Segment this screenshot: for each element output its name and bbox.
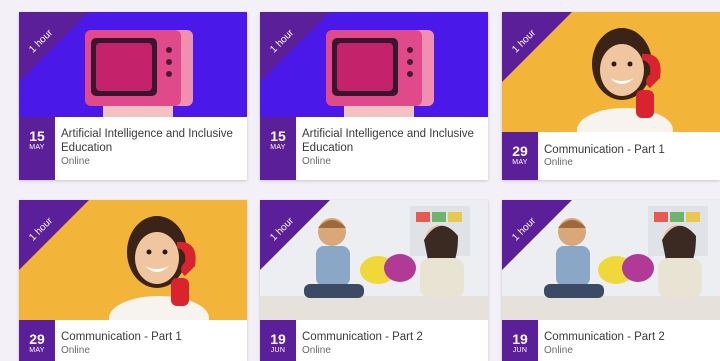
event-title[interactable]: Communication - Part 2: [544, 330, 716, 344]
event-location: Online: [302, 156, 331, 167]
date-badge: 15 MAY: [19, 117, 55, 180]
date-month: MAY: [512, 159, 528, 166]
event-location: Online: [544, 345, 573, 356]
event-title[interactable]: Artificial Intelligence and Inclusive Ed…: [302, 127, 484, 155]
event-location: Online: [61, 345, 90, 356]
date-month: JUN: [270, 347, 286, 354]
duration-ribbon: 1 hour: [260, 12, 330, 82]
event-card[interactable]: 1 hour 29 MAY Communication - Part 1 Onl…: [19, 200, 247, 361]
date-badge: 29 MAY: [19, 320, 55, 361]
event-card[interactable]: 1 hour 15 MAY Artificial Intelligence an…: [260, 12, 488, 180]
date-day: 15: [270, 128, 286, 144]
date-day: 29: [29, 331, 45, 347]
event-card[interactable]: 1 hour 29 MAY Communication - Part 1 Onl…: [502, 12, 720, 180]
date-month: MAY: [29, 347, 45, 354]
date-day: 19: [270, 331, 286, 347]
event-location: Online: [302, 345, 331, 356]
date-badge: 19 JUN: [502, 320, 538, 361]
date-day: 29: [512, 143, 528, 159]
date-day: 15: [29, 128, 45, 144]
duration-ribbon: 1 hour: [19, 200, 89, 270]
event-title[interactable]: Communication - Part 1: [61, 330, 243, 344]
date-month: JUN: [512, 347, 528, 354]
date-badge: 15 MAY: [260, 117, 296, 180]
event-title[interactable]: Communication - Part 2: [302, 330, 484, 344]
event-location: Online: [61, 156, 90, 167]
duration-ribbon: 1 hour: [260, 200, 330, 270]
event-card[interactable]: 1 hour 19 JUN Communication - Part 2 Onl…: [502, 200, 720, 361]
event-title[interactable]: Artificial Intelligence and Inclusive Ed…: [61, 127, 243, 155]
event-title[interactable]: Communication - Part 1: [544, 143, 716, 157]
date-day: 19: [512, 331, 528, 347]
date-month: MAY: [29, 144, 45, 151]
duration-ribbon: 1 hour: [19, 12, 89, 82]
event-card[interactable]: 1 hour 19 JUN Communication - Part 2 Onl…: [260, 200, 488, 361]
duration-ribbon: 1 hour: [502, 200, 572, 270]
date-month: MAY: [270, 144, 286, 151]
duration-ribbon: 1 hour: [502, 12, 572, 82]
event-card[interactable]: 1 hour 15 MAY Artificial Intelligence an…: [19, 12, 247, 180]
event-location: Online: [544, 157, 573, 168]
date-badge: 19 JUN: [260, 320, 296, 361]
date-badge: 29 MAY: [502, 132, 538, 180]
